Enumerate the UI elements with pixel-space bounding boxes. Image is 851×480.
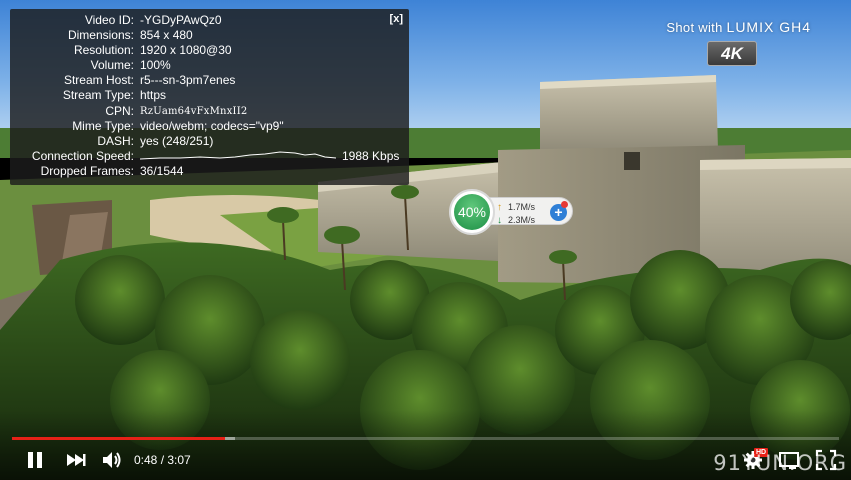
shot-with-text: Shot with xyxy=(666,20,723,35)
stat-row-resolution: Resolution: 1920 x 1080@30 xyxy=(10,43,409,58)
stat-label: Stream Type: xyxy=(62,88,134,103)
stat-value: 36/1544 xyxy=(140,163,184,178)
network-speed-widget[interactable]: 40% ↑ 1.7M/s ↓ 2.3M/s + xyxy=(449,189,575,235)
connection-speed-value: 1988 Kbps xyxy=(140,149,409,164)
stat-label: DASH: xyxy=(97,133,134,148)
upload-speed-value: 1.7M/s xyxy=(508,202,536,212)
stat-label: Resolution: xyxy=(73,43,134,58)
stat-row-dropped-frames: Dropped Frames: 36/1544 xyxy=(10,164,409,179)
stat-row-volume: Volume: 100% xyxy=(10,58,409,73)
upload-arrow-icon: ↑ xyxy=(497,202,502,213)
download-arrow-icon: ↓ xyxy=(497,215,502,226)
stat-value: 100% xyxy=(140,58,171,73)
stat-row-connection-speed: Connection Speed: 1988 Kbps xyxy=(10,149,409,164)
stat-value: -YGDyPAwQz0 xyxy=(140,13,222,27)
progress-played xyxy=(12,437,225,440)
stat-row-stream-type: Stream Type: https xyxy=(10,88,409,103)
watermark: 91YUN.ORG xyxy=(713,451,847,475)
notification-dot xyxy=(561,201,568,208)
stat-label: CPN: xyxy=(105,103,134,118)
progress-bar[interactable] xyxy=(12,437,839,440)
stats-for-nerds-panel: [x] Video ID: -YGDyPAwQz0 Dimensions: 85… xyxy=(10,9,409,185)
stat-row-dash: DASH: yes (248/251) xyxy=(10,134,409,149)
stat-row-cpn: CPN: RzUam64vFxMnxII2 xyxy=(10,104,409,119)
camera-brand: LUMIX GH4 xyxy=(726,19,811,35)
volume-icon xyxy=(103,452,121,468)
time-display: 0:48 / 3:07 xyxy=(134,453,191,467)
stat-value: https xyxy=(140,88,167,103)
next-button[interactable] xyxy=(64,449,88,471)
speed-percent: 40% xyxy=(454,194,490,230)
stat-value: RzUam64vFxMnxII2 xyxy=(140,105,248,117)
shot-with-caption: Shot with LUMIX GH4 xyxy=(666,19,811,35)
stat-value: 854 x 480 xyxy=(140,28,193,43)
next-icon xyxy=(67,454,86,466)
stat-label: Volume: xyxy=(90,58,134,73)
stat-label: Connection Speed: xyxy=(31,148,134,163)
stat-row-stream-host: Stream Host: r5---sn-3pm7enes xyxy=(10,73,409,88)
4k-badge: 4K xyxy=(707,41,757,66)
speed-percent-circle[interactable]: 40% xyxy=(449,189,495,235)
stat-label: Dimensions: xyxy=(67,28,134,43)
connection-speed-text: 1988 Kbps xyxy=(342,148,400,163)
stat-label: Dropped Frames: xyxy=(40,163,134,178)
upload-speed: ↑ 1.7M/s xyxy=(497,201,535,213)
stat-value: 1920 x 1080@30 xyxy=(140,43,232,58)
download-speed: ↓ 2.3M/s xyxy=(497,214,535,226)
stat-row-dimensions: Dimensions: 854 x 480 xyxy=(10,28,409,43)
stat-label: Video ID: xyxy=(84,13,134,27)
stat-value: r5---sn-3pm7enes xyxy=(140,73,236,88)
stat-label: Mime Type: xyxy=(72,118,134,133)
stats-close-button[interactable]: [x] xyxy=(390,13,403,25)
stat-label: Stream Host: xyxy=(63,73,134,88)
stat-value: video/webm; codecs="vp9" xyxy=(140,118,284,133)
volume-button[interactable] xyxy=(101,449,125,471)
pause-icon xyxy=(28,452,42,468)
connection-speed-graph xyxy=(140,151,336,160)
pause-button[interactable] xyxy=(24,449,46,471)
download-speed-value: 2.3M/s xyxy=(508,215,536,225)
stat-value: yes (248/251) xyxy=(140,133,214,148)
stat-row-mime-type: Mime Type: video/webm; codecs="vp9" xyxy=(10,119,409,134)
stat-row-video-id: Video ID: -YGDyPAwQz0 xyxy=(10,13,409,28)
